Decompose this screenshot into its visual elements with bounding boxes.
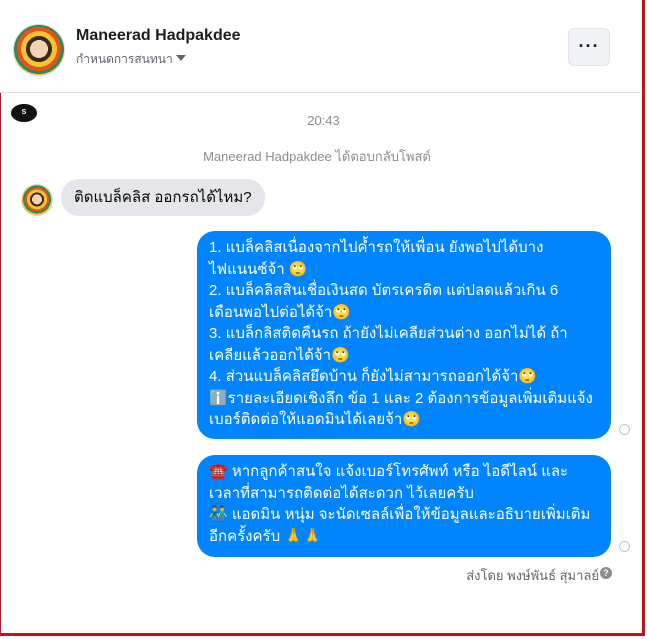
more-options-button[interactable]: ··· bbox=[568, 28, 610, 66]
message-line: เดือนพอไปต่อได้จ้า🙄 bbox=[209, 303, 352, 321]
seen-status-icon bbox=[619, 541, 630, 552]
conversation-options-label[interactable]: กำหนดการสนทนา bbox=[76, 50, 173, 69]
conversation-header: Maneerad Hadpakdee กำหนดการสนทนา ··· bbox=[0, 0, 641, 93]
message-line: 4. ส่วนแบล็คลิสยึดบ้าน ก็ยังไม่สามารถออก… bbox=[209, 368, 538, 385]
message-line: 2. แบล็คลิสสินเชื่อเงินสด บัตรเครดิต แต่… bbox=[209, 282, 559, 299]
message-line: เบอร์ติดต่อให้แอดมินได้เลยจ้า🙄 bbox=[209, 411, 421, 428]
message-timestamp: 20:43 bbox=[307, 113, 340, 128]
sender-avatar[interactable] bbox=[21, 184, 53, 216]
help-icon[interactable]: ? bbox=[600, 567, 612, 579]
contact-name[interactable]: Maneerad Hadpakdee bbox=[76, 27, 241, 45]
outgoing-message-bubble[interactable]: 1. แบล็คลิสเนื่องจากไปค้ำรถให้เพื่อน ยัง… bbox=[197, 231, 611, 439]
message-line: ☎️ หากลูกค้าสนใจ แจ้งเบอร์โทรศัพท์ หรือ … bbox=[209, 463, 569, 480]
message-line: 3. แบล็กลิสติดคืนรถ ถ้ายังไม่เคลียส่วนต่… bbox=[209, 325, 568, 342]
message-line: เวลาที่สามารถติดต่อได้สะดวก ไว้เลยครับ bbox=[209, 484, 474, 502]
reply-notice: Maneerad Hadpakdee ได้ตอบกลับโพสต์ bbox=[203, 149, 431, 164]
sent-by-label: ส่งโดย พงษ์พันธ์ สุมาลย์ bbox=[466, 568, 599, 583]
chevron-down-icon[interactable] bbox=[176, 55, 186, 61]
message-line: ไฟแนนซ์จ้า 🙄 bbox=[209, 260, 308, 278]
incoming-message-bubble[interactable]: ติดแบล็คลิส ออกรถได้ไหม? bbox=[61, 179, 265, 216]
message-line: ℹ️รายละเอียดเชิงลึก ข้อ 1 และ 2 ต้องการข… bbox=[209, 389, 593, 407]
message-line: เคลียแล้วออกได้จ้า🙄 bbox=[209, 346, 350, 364]
contact-avatar[interactable] bbox=[13, 24, 65, 76]
outgoing-message-bubble[interactable]: ☎️ หากลูกค้าสนใจ แจ้งเบอร์โทรศัพท์ หรือ … bbox=[197, 455, 611, 557]
message-line: 👬 แอดมิน หนุ่ม จะนัดเซลล์เพื่อให้ข้อมูลแ… bbox=[209, 506, 591, 523]
message-line: อีกครั้งครับ 🙏🙏 bbox=[209, 527, 322, 545]
seen-status-icon bbox=[619, 424, 630, 435]
message-line: 1. แบล็คลิสเนื่องจากไปค้ำรถให้เพื่อน ยัง… bbox=[209, 239, 544, 256]
